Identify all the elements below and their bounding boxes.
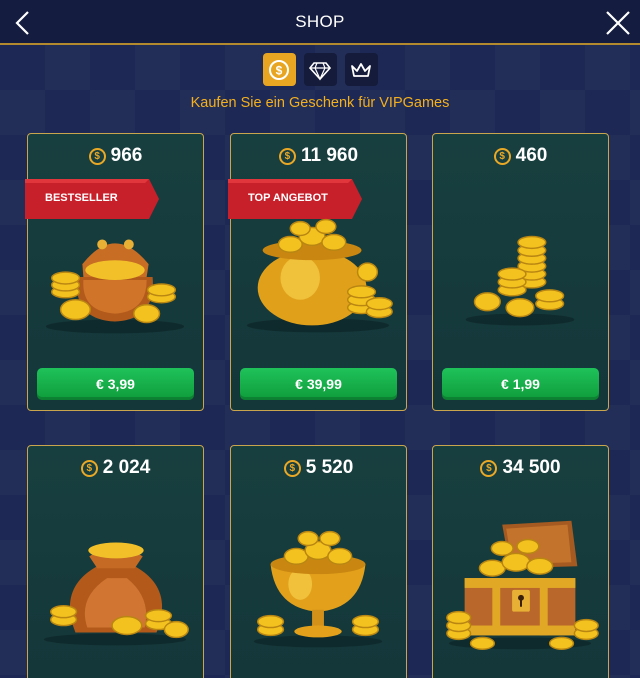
amount-value: 11 960 — [300, 145, 359, 166]
product-card[interactable]: $ 5 520 — [230, 445, 407, 678]
coin-icon: $ — [80, 459, 98, 477]
amount-value: 966 — [110, 145, 143, 166]
coin-amount: $ 11 960 — [231, 145, 406, 167]
page-title: SHOP — [295, 11, 345, 31]
close-button[interactable] — [604, 8, 632, 38]
product-card[interactable]: $ 34 500 — [432, 445, 609, 678]
badge-ribbon: BESTSELLER — [25, 179, 159, 219]
product-card[interactable]: $ 966 BESTSELLER € 3,99 — [25, 133, 204, 411]
coin-sack-icon — [43, 542, 189, 646]
coin-amount: $ 966 — [28, 145, 203, 167]
badge-label: TOP ANGEBOT — [248, 192, 328, 204]
coin-amount: $ 460 — [433, 145, 608, 167]
amount-value: 460 — [515, 145, 548, 166]
coin-icon: $ — [278, 147, 296, 165]
coin-tab-icon: $ — [269, 59, 289, 80]
tab-diamonds[interactable] — [303, 53, 337, 86]
product-card[interactable]: $ 460 € 1,99 — [432, 133, 609, 411]
coin-purse-icon — [45, 239, 185, 334]
pot-of-gold-icon — [246, 218, 393, 333]
header-bar: SHOP — [0, 0, 640, 45]
coin-amount: $ 34 500 — [433, 457, 608, 479]
coin-stacks-icon — [465, 235, 575, 326]
product-card[interactable]: $ 11 960 TOP ANGEBOT € 39,99 — [228, 133, 407, 411]
amount-value: 2 024 — [102, 457, 151, 478]
close-icon — [606, 11, 630, 35]
svg-text:$: $ — [276, 63, 283, 77]
buy-button[interactable]: € 1,99 — [442, 368, 599, 400]
treasure-chest-icon — [446, 520, 599, 650]
diamond-icon — [309, 61, 331, 80]
amount-value: 5 520 — [305, 457, 354, 478]
amount-value: 34 500 — [502, 457, 561, 478]
buy-button[interactable]: € 39,99 — [240, 368, 397, 400]
coin-icon: $ — [283, 459, 301, 477]
coin-amount: $ 2 024 — [28, 457, 203, 479]
tab-coins[interactable]: $ — [262, 53, 296, 86]
tab-vip[interactable] — [344, 53, 378, 86]
back-button[interactable] — [10, 8, 38, 38]
shop-tabs: $ — [0, 53, 640, 86]
product-card[interactable]: $ 2 024 — [27, 445, 204, 678]
buy-button[interactable]: € 3,99 — [37, 368, 194, 400]
coin-chalice-icon — [253, 530, 383, 648]
coin-amount: $ 5 520 — [231, 457, 406, 479]
coin-icon: $ — [88, 147, 106, 165]
coin-icon: $ — [480, 459, 498, 477]
chevron-left-icon — [15, 11, 29, 35]
crown-icon — [351, 62, 371, 77]
shop-subtitle: Kaufen Sie ein Geschenk für VIPGames — [190, 95, 450, 111]
badge-ribbon: TOP ANGEBOT — [228, 179, 362, 219]
badge-label: BESTSELLER — [45, 192, 118, 204]
coin-icon: $ — [493, 147, 511, 165]
